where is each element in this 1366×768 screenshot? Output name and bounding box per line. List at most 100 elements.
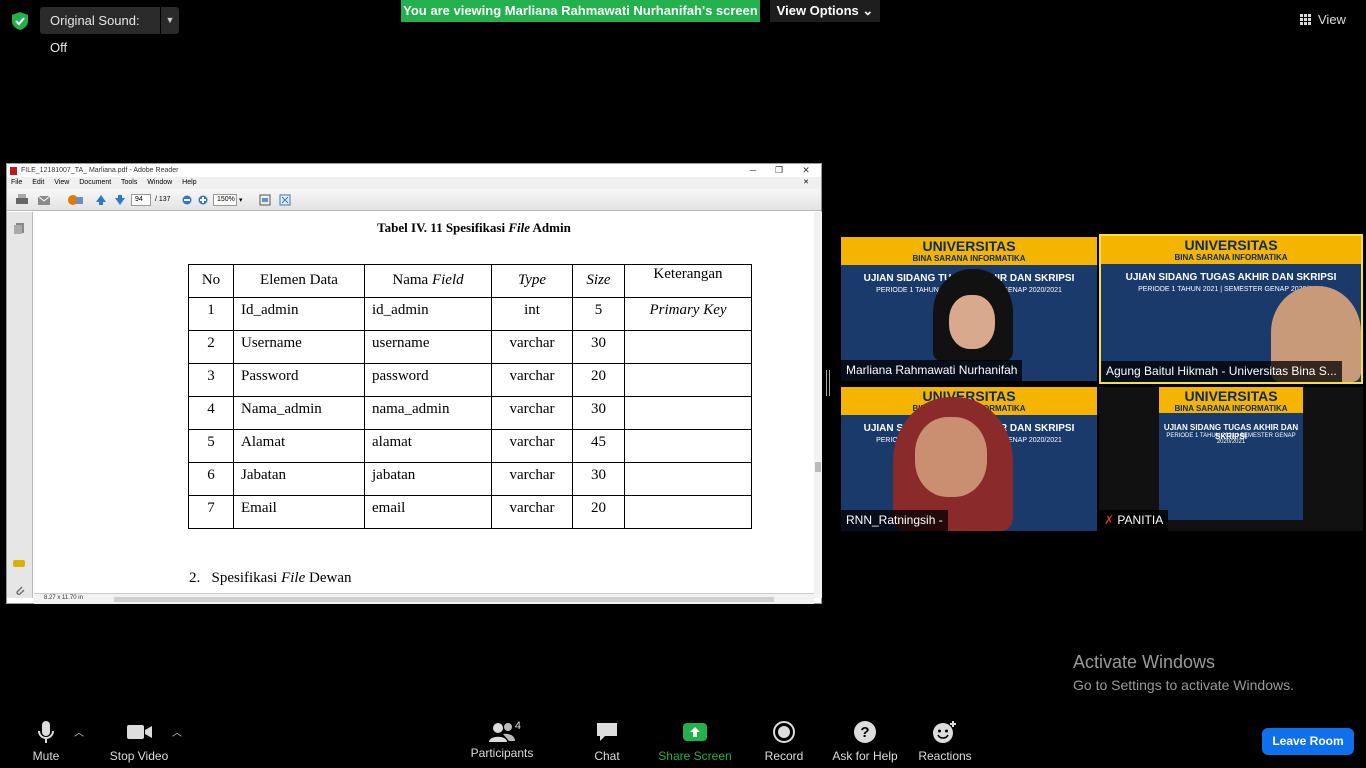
minimize-icon[interactable]: ─ bbox=[741, 164, 765, 177]
menu-file[interactable]: File bbox=[11, 179, 22, 186]
section-heading: 2. Spesifikasi File Dewan bbox=[189, 570, 351, 587]
cell-no: 7 bbox=[188, 495, 234, 529]
share-screen-button[interactable]: Share Screen bbox=[656, 720, 734, 763]
cell-nama-field: email bbox=[364, 495, 492, 529]
ask-for-help-button[interactable]: ? Ask for Help bbox=[828, 720, 902, 763]
splitter-handle[interactable] bbox=[826, 370, 830, 396]
pdf-page[interactable]: Tabel IV. 11 Spesifikasi File Admin No E… bbox=[34, 212, 814, 598]
menu-edit[interactable]: Edit bbox=[32, 179, 44, 186]
page-size-label: 8.27 x 11.70 in bbox=[44, 595, 83, 601]
zoom-level-select[interactable]: 150% bbox=[213, 194, 237, 206]
cell-size: 20 bbox=[572, 363, 625, 397]
chat-button[interactable]: Chat bbox=[588, 720, 626, 763]
scroll-thumb[interactable] bbox=[114, 597, 774, 602]
table-row: 3 Password password varchar 20 bbox=[188, 363, 752, 397]
view-label: View bbox=[1318, 12, 1346, 27]
university-banner: UNIVERSITASBINA SARANA INFORMATIKA bbox=[841, 237, 1097, 265]
mute-label: Mute bbox=[32, 749, 60, 763]
cell-keterangan bbox=[624, 363, 752, 397]
cell-nama-field: alamat bbox=[364, 429, 492, 463]
view-options-button[interactable]: View Options ⌄ bbox=[770, 0, 880, 22]
video-tile-panitia[interactable]: UNIVERSITAS BINA SARANA INFORMATIKA UJIAN… bbox=[1099, 387, 1363, 531]
menu-document[interactable]: Document bbox=[79, 179, 111, 186]
chevron-down-icon[interactable]: ▾ bbox=[239, 196, 243, 208]
scroll-thumb[interactable] bbox=[815, 462, 821, 472]
spec-table: No Elemen Data Nama Field Type Size Kete… bbox=[188, 264, 752, 529]
cell-keterangan bbox=[624, 429, 752, 463]
zoom-out-icon[interactable] bbox=[181, 194, 193, 206]
reactions-button[interactable]: Reactions bbox=[916, 720, 974, 763]
header-keterangan: Keterangan bbox=[624, 264, 752, 298]
cell-no: 2 bbox=[188, 330, 234, 364]
security-shield-icon[interactable] bbox=[12, 12, 28, 30]
section-prefix: Spesifikasi bbox=[211, 570, 282, 586]
menu-help[interactable]: Help bbox=[182, 179, 196, 186]
ask-for-help-label: Ask for Help bbox=[832, 749, 898, 763]
print-icon[interactable] bbox=[15, 194, 29, 206]
email-icon[interactable] bbox=[37, 194, 55, 206]
audio-options-chevron[interactable]: ︿ bbox=[74, 724, 84, 739]
reader-menu-bar: File Edit View Document Tools Window Hel… bbox=[7, 177, 821, 189]
cell-type: int bbox=[491, 297, 573, 331]
participant-name: PANITIA bbox=[1117, 513, 1164, 527]
attachment-icon[interactable] bbox=[13, 584, 25, 596]
vertical-scrollbar[interactable] bbox=[814, 212, 822, 598]
table-row: 5 Alamat alamat varchar 45 bbox=[188, 429, 752, 463]
header-nama-emphasis: Field bbox=[431, 272, 464, 288]
banner-title: UNIVERSITAS bbox=[1184, 388, 1278, 404]
chevron-down-icon[interactable]: ▼ bbox=[161, 7, 179, 34]
participant-name: Agung Baitul Hikmah - Universitas Bina S… bbox=[1101, 361, 1342, 382]
next-page-icon[interactable] bbox=[114, 194, 126, 206]
video-tile-agung[interactable]: UNIVERSITAS BINA SARANA INFORMATIKA UJIAN… bbox=[1099, 234, 1363, 384]
table-title: Tabel IV. 11 Spesifikasi File Admin bbox=[34, 220, 814, 236]
cell-size: 30 bbox=[572, 462, 625, 496]
cell-keterangan bbox=[624, 462, 752, 496]
menu-view[interactable]: View bbox=[54, 179, 69, 186]
help-icon: ? bbox=[854, 721, 876, 743]
record-button[interactable]: Record bbox=[762, 720, 806, 763]
cell-nama-field: id_admin bbox=[364, 297, 492, 331]
menu-window[interactable]: Window bbox=[147, 179, 172, 186]
reader-navigation-pane bbox=[7, 212, 33, 598]
participants-icon bbox=[489, 723, 515, 742]
stop-video-button[interactable]: Stop Video bbox=[104, 720, 174, 763]
page-number-input[interactable]: 94 bbox=[131, 194, 151, 206]
pdf-icon bbox=[10, 167, 17, 175]
full-screen-icon[interactable] bbox=[279, 194, 291, 206]
view-layout-button[interactable]: View bbox=[1300, 8, 1360, 32]
horizontal-scrollbar[interactable]: 8.27 x 11.70 in bbox=[34, 593, 814, 604]
menu-tools[interactable]: Tools bbox=[121, 179, 137, 186]
close-icon[interactable]: ✕ bbox=[794, 164, 818, 177]
collaborate-icon[interactable] bbox=[67, 194, 85, 206]
participant-face bbox=[915, 417, 987, 497]
fit-page-icon[interactable] bbox=[259, 194, 271, 206]
cell-nama-field: jabatan bbox=[364, 462, 492, 496]
participants-button[interactable]: 4 Participants bbox=[468, 720, 536, 760]
close-document-icon[interactable]: ✕ bbox=[803, 177, 809, 189]
comments-icon[interactable] bbox=[12, 558, 26, 570]
video-tile-marliana[interactable]: UNIVERSITAS BINA SARANA INFORMATIKA UJIAN… bbox=[841, 237, 1097, 381]
table-row: 1 Id_admin id_admin int 5 Primary Key bbox=[188, 297, 752, 331]
mute-button[interactable]: Mute bbox=[22, 720, 70, 763]
activate-windows-title: Activate Windows bbox=[1073, 652, 1216, 672]
cell-nama-field: nama_admin bbox=[364, 396, 492, 430]
cell-elemen-data: Alamat bbox=[233, 429, 365, 463]
table-title-suffix: Admin bbox=[529, 220, 571, 235]
cell-size: 20 bbox=[572, 495, 625, 529]
pages-icon[interactable] bbox=[13, 222, 25, 234]
zoom-in-icon[interactable] bbox=[197, 194, 209, 206]
cell-keterangan: Primary Key bbox=[624, 297, 752, 331]
reactions-label: Reactions bbox=[918, 749, 972, 763]
previous-page-icon[interactable] bbox=[95, 194, 107, 206]
cell-no: 4 bbox=[188, 396, 234, 430]
share-screen-label: Share Screen bbox=[658, 749, 732, 763]
restore-icon[interactable]: ❐ bbox=[767, 164, 791, 177]
leave-room-button[interactable]: Leave Room bbox=[1262, 728, 1354, 755]
shared-screen-reader-window[interactable]: FILE_12181007_TA_ Marliana.pdf - Adobe R… bbox=[6, 163, 822, 604]
microphone-icon bbox=[38, 721, 54, 743]
cell-elemen-data: Jabatan bbox=[233, 462, 365, 496]
video-options-chevron[interactable]: ︿ bbox=[172, 724, 182, 739]
original-sound-button[interactable]: Original Sound: Off bbox=[40, 7, 160, 55]
section-suffix: Dewan bbox=[305, 570, 352, 586]
video-tile-ratningsih[interactable]: UNIVERSITASBINA SARANA INFORMATIKA UJIAN… bbox=[841, 387, 1097, 531]
